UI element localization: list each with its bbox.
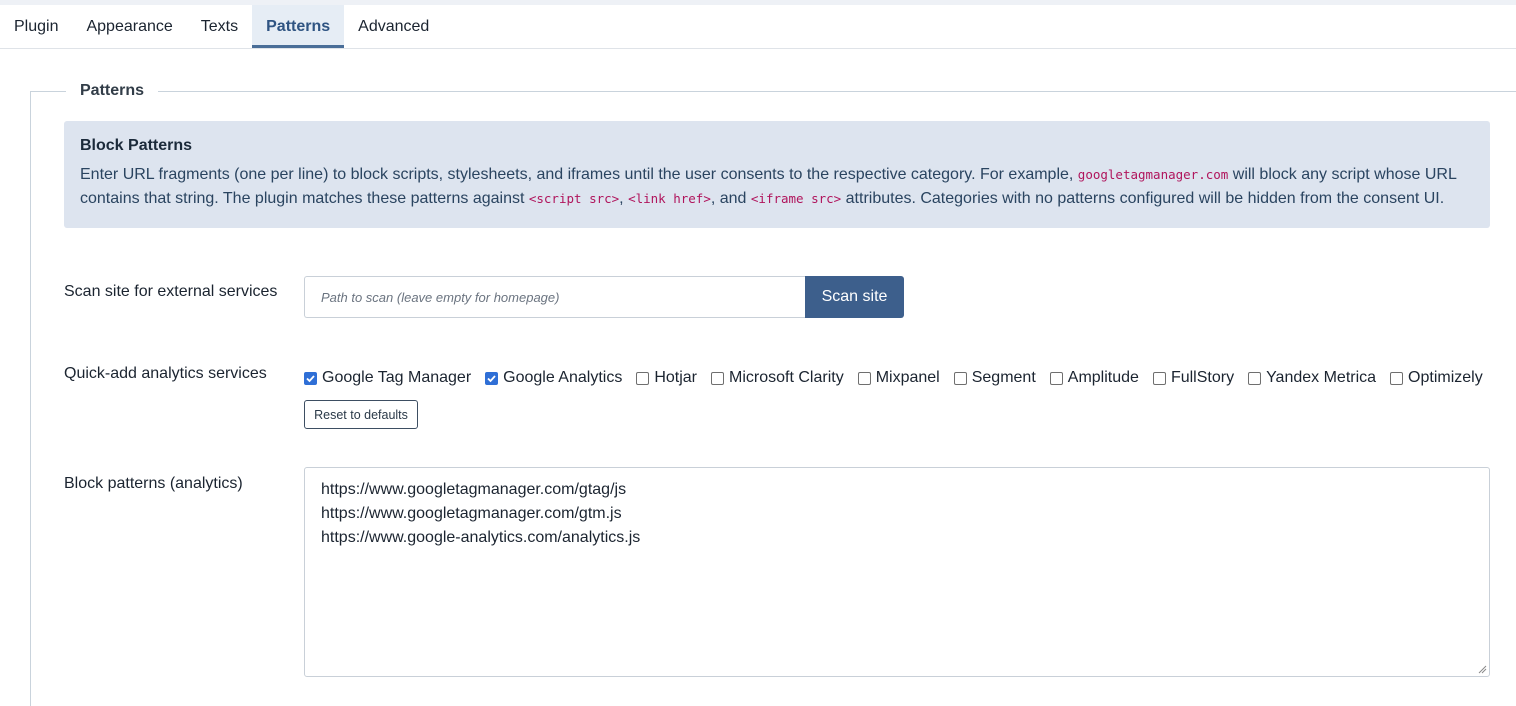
alert-code: <iframe src> [750, 191, 842, 206]
checkbox-checked-icon[interactable] [304, 371, 317, 385]
tab-texts[interactable]: Texts [187, 5, 252, 48]
tab-patterns[interactable]: Patterns [252, 5, 345, 48]
service-checkbox-item[interactable]: Microsoft Clarity [711, 369, 844, 387]
tab-plugin[interactable]: Plugin [0, 5, 72, 48]
checkbox-unchecked-icon[interactable] [857, 371, 871, 385]
service-name: Yandex Metrica [1266, 369, 1377, 386]
alert-title: Block Patterns [80, 137, 193, 154]
checkbox-unchecked-icon[interactable] [1248, 371, 1262, 385]
block-patterns-textarea[interactable]: https://www.googletagmanager.com/gtag/js… [304, 467, 1490, 677]
reset-defaults-button[interactable]: Reset to defaults [304, 400, 418, 429]
scan-label: Scan site for external services [64, 283, 278, 300]
service-name: Microsoft Clarity [729, 369, 844, 386]
service-name: Google Analytics [503, 369, 623, 386]
service-checkbox-group: Google Tag Manager Google Analytics Hotjar… [304, 367, 1497, 389]
pattern-line: https://www.googletagmanager.com/gtm.js [321, 505, 622, 522]
alert-text: attributes. Categories with no patterns … [841, 190, 1445, 207]
checkbox-checked-icon[interactable] [485, 371, 499, 385]
checkbox-unchecked-icon[interactable] [711, 371, 725, 385]
service-checkbox-item[interactable]: Mixpanel [857, 369, 940, 387]
service-checkbox-item[interactable]: Google Tag Manager [304, 369, 471, 387]
block-patterns-label: Block patterns (analytics) [64, 475, 243, 492]
alert-code: googletagmanager.com [1077, 167, 1229, 182]
quick-add-label: Quick-add analytics services [64, 365, 267, 382]
pattern-line: https://www.google-analytics.com/analyti… [321, 529, 641, 546]
tab-bar: Plugin Appearance Texts Patterns Advance… [0, 5, 1516, 49]
service-name: Google Tag Manager [322, 369, 472, 386]
service-checkbox-item[interactable]: Hotjar [636, 369, 697, 387]
tab-advanced[interactable]: Advanced [344, 5, 443, 48]
checkbox-unchecked-icon[interactable] [1049, 371, 1063, 385]
service-checkbox-item[interactable]: Segment [953, 369, 1036, 387]
tab-appearance[interactable]: Appearance [72, 5, 186, 48]
checkbox-unchecked-icon[interactable] [953, 371, 967, 385]
alert-code: <link href> [628, 191, 711, 206]
scan-path-input[interactable] [304, 276, 806, 318]
scan-site-button[interactable]: Scan site [805, 276, 904, 318]
service-checkbox-item[interactable]: Amplitude [1049, 369, 1139, 387]
service-checkbox-item[interactable]: FullStory [1152, 369, 1235, 387]
service-checkbox-item[interactable]: Optimizely [1390, 369, 1483, 387]
service-name: Optimizely [1408, 369, 1483, 386]
checkbox-unchecked-icon[interactable] [1152, 371, 1166, 385]
service-name: FullStory [1170, 369, 1235, 386]
fieldset-legend: Patterns [66, 80, 159, 102]
service-name: Hotjar [654, 369, 698, 386]
checkbox-unchecked-icon[interactable] [1390, 371, 1404, 385]
alert-body: Enter URL fragments (one per line) to bl… [80, 163, 1474, 211]
service-checkbox-item[interactable]: Yandex Metrica [1248, 369, 1376, 387]
alert-text: , [619, 190, 629, 207]
pattern-line: https://www.googletagmanager.com/gtag/js [321, 481, 627, 498]
service-name: Mixpanel [875, 369, 940, 386]
service-name: Segment [971, 369, 1036, 386]
info-alert: Block Patterns Enter URL fragments (one … [64, 121, 1490, 228]
resize-grip-icon[interactable] [1477, 664, 1487, 674]
checkbox-unchecked-icon[interactable] [636, 371, 650, 385]
alert-text: , and [710, 190, 751, 207]
alert-code: <script src> [528, 191, 620, 206]
service-name: Amplitude [1067, 369, 1139, 386]
alert-text: Enter URL fragments (one per line) to bl… [80, 166, 1078, 183]
service-checkbox-item[interactable]: Google Analytics [485, 369, 622, 387]
